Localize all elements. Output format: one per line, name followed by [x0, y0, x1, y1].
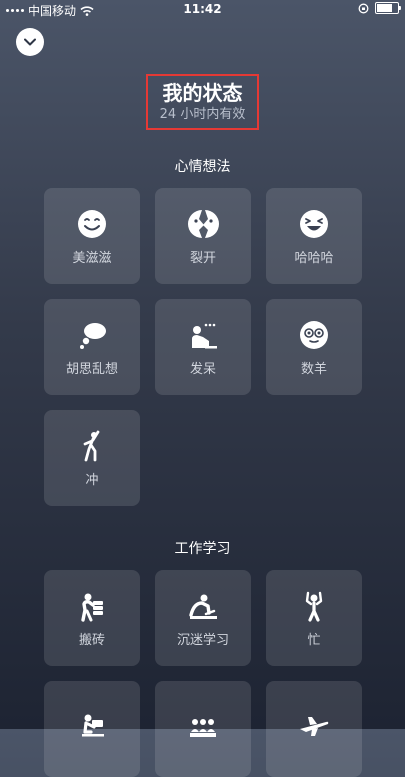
- status-tile-husiluanxiang[interactable]: 胡思乱想: [44, 299, 140, 395]
- header: 我的状态 24 小时内有效: [0, 74, 405, 130]
- rotation-lock-icon: [358, 3, 369, 13]
- charging-person-icon: [83, 430, 100, 461]
- tile-label: 胡思乱想: [65, 361, 118, 377]
- tile-label: 哈哈哈: [294, 250, 334, 266]
- status-tile-liekai[interactable]: 裂开: [155, 188, 251, 284]
- battery-icon: [375, 2, 401, 14]
- airplane-icon: [300, 717, 329, 736]
- busy-person-icon: [305, 591, 323, 622]
- status-tile-fadai[interactable]: 发呆: [155, 299, 251, 395]
- tile-label: 裂开: [189, 250, 216, 266]
- tile-label: 搬砖: [78, 632, 105, 648]
- tile-label: 冲: [85, 472, 99, 488]
- status-tile-meeting[interactable]: [155, 681, 251, 777]
- tile-label: 美滋滋: [72, 250, 112, 266]
- work-grid: 搬砖 沉迷学习 忙: [44, 570, 362, 777]
- meeting-icon: [190, 719, 216, 737]
- status-tile-hahaha[interactable]: 哈哈哈: [266, 188, 362, 284]
- carrying-bricks-icon: [81, 593, 103, 622]
- status-bar: 中国移动 11:42: [0, 0, 405, 20]
- tile-label: 忙: [307, 632, 321, 648]
- status-tile-mang[interactable]: 忙: [266, 570, 362, 666]
- status-right: [358, 2, 401, 14]
- page-title: 我的状态: [162, 81, 243, 105]
- thought-bubble-icon: [80, 322, 106, 349]
- sheep-face-icon: [300, 320, 328, 349]
- daydream-person-icon: [192, 323, 217, 348]
- section-title-mood: 心情想法: [174, 159, 231, 175]
- status-tile-shuyang[interactable]: 数羊: [266, 299, 362, 395]
- status-tile-chong[interactable]: 冲: [44, 410, 140, 506]
- mood-grid: 美滋滋 裂开 哈哈哈 胡思乱想 发呆 数羊 冲: [44, 188, 362, 506]
- studying-person-icon: [189, 594, 217, 619]
- cracked-face-icon: [188, 209, 219, 238]
- desk-person-icon: [82, 714, 104, 737]
- tile-label: 发呆: [189, 361, 216, 377]
- chevron-down-icon: [24, 38, 36, 46]
- status-tile-meizizi[interactable]: 美滋滋: [44, 188, 140, 284]
- tile-label: 沉迷学习: [176, 632, 229, 648]
- tile-label: 数羊: [300, 361, 327, 377]
- section-title-work-study: 工作学习: [174, 541, 231, 557]
- laughing-face-icon: [300, 209, 328, 238]
- status-tile-chenmixuexi[interactable]: 沉迷学习: [155, 570, 251, 666]
- page-subtitle: 24 小时内有效: [159, 107, 246, 122]
- status-tile-desk-work[interactable]: [44, 681, 140, 777]
- status-time: 11:42: [183, 2, 222, 16]
- title-box: 我的状态 24 小时内有效: [145, 74, 260, 130]
- status-tile-travel[interactable]: [266, 681, 362, 777]
- smile-icon: [78, 209, 106, 238]
- status-tile-banzhuan[interactable]: 搬砖: [44, 570, 140, 666]
- collapse-button[interactable]: [16, 28, 44, 56]
